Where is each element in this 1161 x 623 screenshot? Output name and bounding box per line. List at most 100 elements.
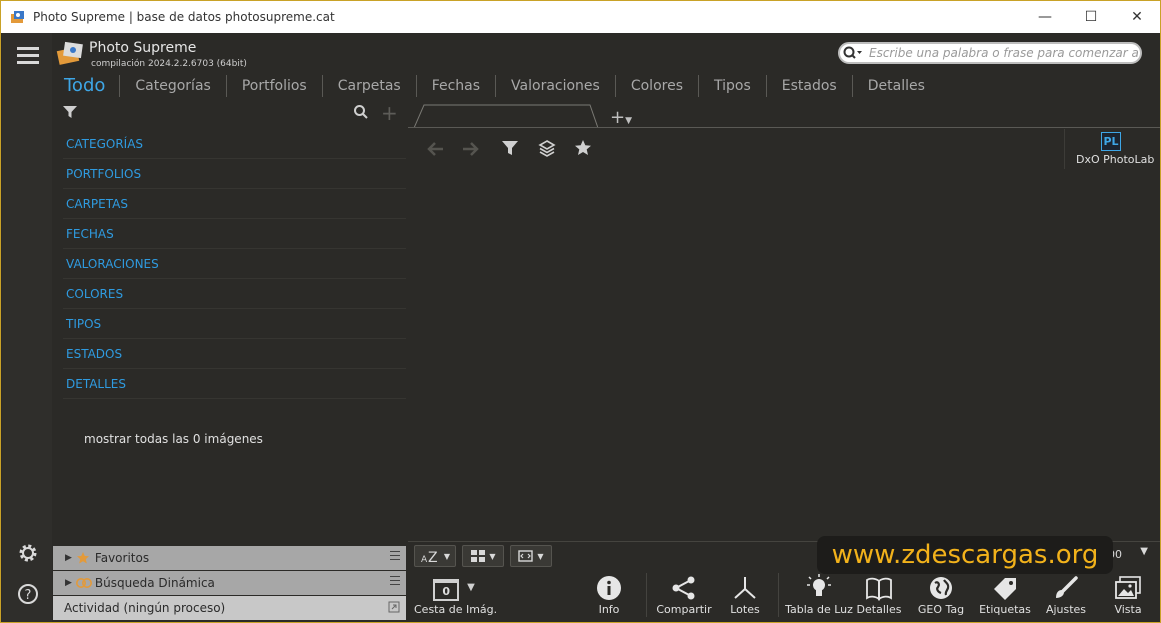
batch-button[interactable]: Lotes: [726, 569, 764, 622]
tab-tipos[interactable]: Tipos: [698, 75, 766, 97]
svg-text:A: A: [421, 555, 428, 564]
photolab-label: DxO PhotoLab: [1076, 153, 1155, 166]
show-all-images-link[interactable]: mostrar todas las 0 imágenes: [84, 432, 263, 446]
brand-name: Photo Supreme: [89, 40, 197, 56]
panel-search-icon[interactable]: [353, 104, 369, 120]
tab-fechas[interactable]: Fechas: [415, 75, 495, 97]
tab-portfolios[interactable]: Portfolios: [225, 75, 322, 97]
section-menu-icon[interactable]: [390, 551, 400, 561]
tab-colores[interactable]: Colores: [614, 75, 698, 97]
layers-icon[interactable]: [538, 139, 556, 157]
tab-categorias[interactable]: Categorías: [119, 75, 225, 97]
batch-icon: [734, 577, 756, 599]
share-button[interactable]: Compartir: [654, 569, 714, 622]
sort-button[interactable]: A Z ▼: [414, 545, 456, 567]
svg-text:?: ?: [25, 588, 32, 603]
book-icon: [866, 577, 892, 601]
lighttable-button[interactable]: Tabla de Luz: [784, 569, 854, 622]
list-item-detalles[interactable]: DETALLES: [63, 369, 406, 399]
adjust-label: Ajustes: [1045, 603, 1087, 616]
list-item-carpetas[interactable]: CARPETAS: [63, 189, 406, 219]
share-label: Compartir: [656, 603, 712, 616]
share-icon: [672, 576, 695, 600]
app-icon: [11, 11, 24, 23]
tab-carpetas[interactable]: Carpetas: [321, 75, 416, 97]
info-label: Info: [598, 603, 620, 616]
search-icon[interactable]: [843, 46, 863, 60]
filter-icon[interactable]: [62, 104, 78, 120]
info-button[interactable]: Info: [592, 569, 626, 622]
minimize-button[interactable]: —: [1022, 1, 1068, 33]
tags-label: Etiquetas: [979, 603, 1031, 616]
brand-version: compilación 2024.2.2.6703 (64bit): [91, 59, 247, 69]
activity-label: Actividad (ningún proceso): [64, 601, 226, 615]
dxo-photolab-button[interactable]: PL DxO PhotoLab: [1064, 129, 1160, 169]
back-arrow-icon[interactable]: [426, 139, 446, 159]
help-icon[interactable]: ?: [16, 582, 40, 606]
details-label: Detalles: [856, 603, 902, 616]
bottom-dock: 0 ▼ Cesta de Imág. Info Compartir Lotes …: [408, 569, 1160, 622]
thumbnail-info-icon: [518, 550, 534, 562]
tab-detalles[interactable]: Detalles: [851, 75, 940, 97]
geotag-button[interactable]: GEO Tag: [914, 569, 968, 622]
geotag-label: GEO Tag: [917, 603, 965, 616]
list-item-colores[interactable]: COLORES: [63, 279, 406, 309]
filter-icon[interactable]: [501, 139, 519, 157]
view-button[interactable]: Vista: [1108, 569, 1148, 622]
maximize-button[interactable]: ☐: [1068, 1, 1114, 33]
tab-estados[interactable]: Estados: [765, 75, 852, 97]
activity-bar: Actividad (ningún proceso): [53, 596, 406, 620]
batch-label: Lotes: [730, 603, 760, 616]
grid-icon: [471, 550, 486, 562]
svg-text:Z: Z: [428, 550, 438, 564]
info-icon: [597, 576, 621, 600]
star-icon[interactable]: [574, 139, 592, 157]
dynamic-search-section[interactable]: ▶ Búsqueda Dinámica: [53, 571, 406, 595]
expand-triangle-icon[interactable]: ▶: [65, 553, 72, 563]
list-item-estados[interactable]: ESTADOS: [63, 339, 406, 369]
expand-triangle-icon[interactable]: ▶: [65, 578, 72, 588]
section-menu-icon[interactable]: [390, 576, 400, 586]
brush-icon: [1056, 576, 1078, 598]
add-icon[interactable]: +: [381, 101, 398, 125]
thumbnail-info-button[interactable]: ▼: [510, 545, 552, 567]
details-button[interactable]: Detalles: [856, 569, 902, 622]
list-item-tipos[interactable]: TIPOS: [63, 309, 406, 339]
basket-button[interactable]: 0 ▼ Cesta de Imág.: [414, 569, 498, 622]
search-box[interactable]: [838, 42, 1142, 64]
tab-todo[interactable]: Todo: [53, 75, 119, 97]
adjust-button[interactable]: Ajustes: [1040, 569, 1092, 622]
forward-arrow-icon[interactable]: [460, 139, 480, 159]
image-grid-area: [408, 127, 1160, 541]
favorites-section[interactable]: ▶ Favoritos: [53, 546, 406, 570]
expand-icon[interactable]: [388, 601, 400, 613]
search-input[interactable]: [869, 46, 1139, 60]
list-item-portfolios[interactable]: PORTFOLIOS: [63, 159, 406, 189]
basket-label: Cesta de Imág.: [414, 603, 498, 616]
view-mode-button[interactable]: ▼: [462, 545, 504, 567]
dock-divider: [646, 573, 647, 617]
category-list: CATEGORÍAS PORTFOLIOS CARPETAS FECHAS VA…: [63, 129, 406, 399]
sort-az-icon: A Z: [421, 550, 438, 564]
add-workspace-button[interactable]: +▼: [610, 107, 632, 128]
view-label: Vista: [1114, 603, 1142, 616]
photolab-icon: PL: [1101, 132, 1121, 151]
zoom-dropdown-icon[interactable]: ▼: [1140, 546, 1148, 557]
dynamic-search-icon: [75, 578, 92, 588]
close-button[interactable]: ✕: [1114, 1, 1160, 33]
list-item-fechas[interactable]: FECHAS: [63, 219, 406, 249]
hamburger-menu-icon[interactable]: [17, 47, 39, 65]
gear-icon[interactable]: [16, 541, 40, 565]
tags-button[interactable]: Etiquetas: [978, 569, 1032, 622]
tab-bar: Todo Categorías Portfolios Carpetas Fech…: [53, 73, 940, 99]
tab-valoraciones[interactable]: Valoraciones: [495, 75, 615, 97]
list-item-categorias[interactable]: CATEGORÍAS: [63, 129, 406, 159]
icon-rail: ?: [2, 33, 52, 622]
globe-icon: [930, 577, 952, 599]
favorites-label: Favoritos: [94, 551, 150, 565]
workspace-tab[interactable]: [414, 104, 598, 128]
list-item-valoraciones[interactable]: VALORACIONES: [63, 249, 406, 279]
title-bar: Photo Supreme | base de datos photosupre…: [1, 1, 1160, 33]
tag-icon: [994, 578, 1016, 600]
lightbulb-icon: [807, 574, 831, 596]
